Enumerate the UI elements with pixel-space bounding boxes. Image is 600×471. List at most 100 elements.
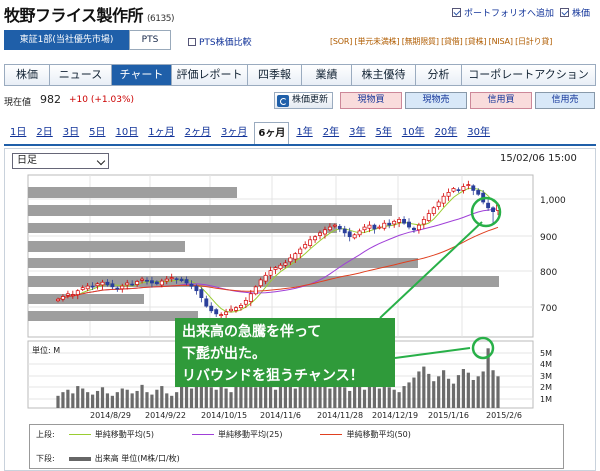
x-tick: 2014/9/22 bbox=[145, 411, 186, 420]
vol-tick: 4M bbox=[540, 360, 552, 369]
candle-body bbox=[149, 280, 154, 284]
volume-bar bbox=[145, 392, 149, 408]
vol-tick: 3M bbox=[540, 372, 552, 381]
candle-body bbox=[421, 219, 426, 225]
candle-body bbox=[313, 236, 318, 241]
volume-bar bbox=[417, 371, 421, 408]
volume-bar bbox=[175, 392, 179, 408]
volume-bar bbox=[377, 388, 381, 408]
volume-bar bbox=[224, 388, 228, 408]
volume-bar bbox=[442, 370, 446, 408]
volume-bar bbox=[91, 394, 95, 408]
candle-body bbox=[303, 244, 308, 249]
candle-body bbox=[486, 202, 491, 209]
legend-upper-label: 上段: bbox=[36, 430, 55, 439]
volume-bar bbox=[456, 375, 461, 408]
candle-body bbox=[105, 281, 110, 286]
volume-bar bbox=[234, 386, 238, 408]
volume-bar bbox=[293, 388, 297, 408]
candle-body bbox=[60, 296, 65, 300]
candle-body bbox=[159, 280, 164, 286]
candle-body bbox=[293, 253, 298, 260]
volume-bar bbox=[427, 373, 431, 408]
candle-body bbox=[258, 279, 263, 287]
volume-bar bbox=[71, 393, 75, 408]
y-tick: 1,000 bbox=[540, 196, 566, 206]
volume-bar bbox=[367, 384, 372, 408]
volume-bar bbox=[254, 387, 258, 408]
volume-bar bbox=[66, 389, 70, 408]
y-tick: 900 bbox=[540, 233, 557, 243]
candle-body bbox=[56, 298, 60, 302]
candle-body bbox=[75, 290, 80, 295]
volume-bar bbox=[140, 384, 144, 408]
chart-legend: 上段: 単純移動平均(5) 単純移動平均(25) 単純移動平均(50) 下段: … bbox=[29, 424, 564, 469]
candle-body bbox=[70, 294, 75, 296]
volume-bar bbox=[491, 370, 495, 408]
volume-bar bbox=[189, 388, 194, 408]
candle-body bbox=[288, 257, 293, 263]
candle-body bbox=[179, 278, 184, 282]
candle-body bbox=[446, 192, 451, 197]
x-tick: 2014/8/29 bbox=[90, 411, 131, 420]
candle-body bbox=[80, 287, 85, 290]
vol-tick: 2M bbox=[540, 383, 552, 392]
candle-body bbox=[278, 264, 283, 270]
candle-body bbox=[327, 226, 332, 231]
volume-bar bbox=[288, 383, 292, 408]
volume-bar bbox=[273, 389, 278, 408]
candle-body bbox=[204, 298, 209, 307]
volume-bar bbox=[353, 386, 357, 408]
volume-bar bbox=[81, 388, 85, 408]
candle-body bbox=[323, 229, 327, 235]
volume-bar bbox=[110, 395, 114, 408]
candle-body bbox=[135, 281, 140, 285]
volume-bar bbox=[100, 387, 105, 408]
legend-upper-row: 上段: 単純移動平均(5) 単純移動平均(25) 単純移動平均(50) bbox=[36, 429, 411, 440]
volume-bar bbox=[362, 389, 367, 408]
candle-body bbox=[248, 293, 253, 302]
candle-body bbox=[120, 285, 125, 290]
legend-ma5-swatch bbox=[68, 434, 91, 435]
legend-volume-label: 出来高 単位(M株/口/枚) bbox=[94, 454, 180, 463]
candle-body bbox=[85, 285, 90, 290]
candle-body bbox=[436, 201, 441, 207]
candle-body bbox=[451, 188, 456, 192]
legend-lower-row: 下段: 出来高 単位(M株/口/枚) bbox=[36, 453, 180, 464]
volume-bar bbox=[343, 387, 347, 408]
volume-bar bbox=[229, 392, 233, 408]
candle-body bbox=[342, 228, 347, 234]
candle-body bbox=[214, 309, 219, 315]
volume-bar bbox=[135, 390, 139, 408]
annotation-line-3: リバウンドを狙うチャンス！ bbox=[182, 368, 364, 384]
candle-body bbox=[298, 248, 303, 255]
candle-body bbox=[332, 224, 337, 227]
candle-body bbox=[402, 219, 407, 224]
volume-bar bbox=[392, 389, 396, 408]
candle-body bbox=[243, 300, 248, 305]
volume-bar bbox=[476, 376, 480, 408]
candle-body bbox=[238, 305, 243, 309]
candle-body bbox=[95, 283, 100, 287]
candle-body bbox=[337, 225, 342, 230]
candle-body bbox=[416, 224, 421, 231]
legend-lower-label: 下段: bbox=[36, 454, 55, 463]
candle-body bbox=[456, 189, 461, 192]
legend-ma50-swatch bbox=[320, 434, 343, 435]
legend-ma5-label: 単純移動平均(5) bbox=[94, 430, 155, 439]
volume-bar bbox=[278, 384, 283, 408]
volume-bar bbox=[471, 379, 475, 408]
volume-bar bbox=[328, 388, 332, 408]
volume-bar bbox=[446, 378, 451, 408]
volume-bar bbox=[125, 389, 129, 408]
volume-bar bbox=[407, 382, 411, 408]
candle-body bbox=[65, 293, 70, 296]
candle-body bbox=[491, 207, 496, 212]
volume-bar bbox=[170, 395, 174, 408]
volume-bar bbox=[95, 390, 100, 408]
volume-bar bbox=[397, 392, 401, 408]
volume-bar bbox=[387, 387, 391, 408]
candle-body bbox=[347, 231, 352, 238]
x-tick: 2014/11/6 bbox=[260, 411, 301, 420]
volume-bar bbox=[402, 386, 406, 408]
